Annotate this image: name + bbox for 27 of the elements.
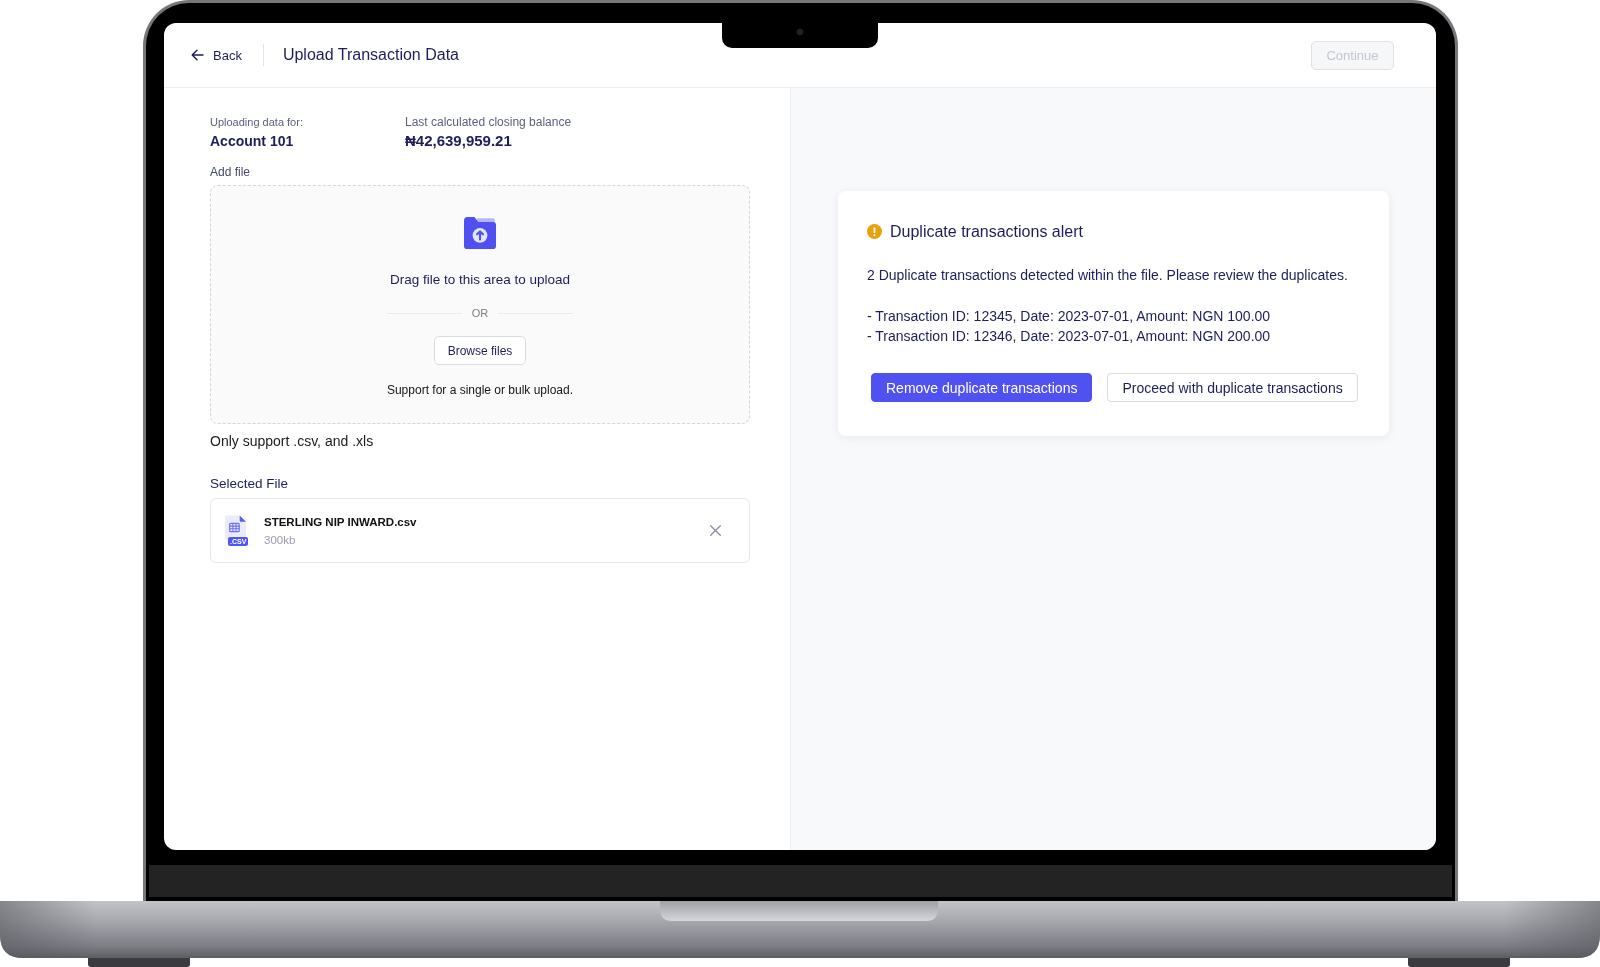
browse-files-button[interactable]: Browse files [434,336,526,365]
account-value: Account 101 [210,133,295,150]
alert-message: 2 Duplicate transactions detected within the file. Please review the duplicates. [867,267,1349,284]
back-button[interactable]: Back [191,47,242,63]
back-arrow-icon [191,49,204,61]
spreadsheet-file-icon [225,514,246,541]
page-title: Upload Transaction Data [282,46,459,64]
folder-upload-icon [464,217,496,249]
format-note: Only support .csv, and .xls [210,433,375,450]
file-name: STERLING NIP INWARD.csv [264,514,417,529]
drop-instruction: Drag file to this area to upload [389,272,571,288]
duplicate-transaction-line: - Transaction ID: 12346, Date: 2023-07-01, Amount: NGN 200.00 [867,327,1272,346]
remove-duplicates-button[interactable]: Remove duplicate transactions [871,373,1093,402]
warning-icon [867,224,882,239]
close-icon[interactable] [710,525,721,536]
balance-value: ₦42,639,959.21 [405,132,513,149]
selected-file-heading: Selected File [210,476,290,492]
upload-note: Support for a single or bulk upload. [386,383,574,397]
or-separator: OR [471,307,489,320]
file-size: 300kb [264,532,297,547]
balance-label: Last calculated closing balance [405,115,572,129]
add-file-label: Add file [210,165,252,180]
account-label: Uploading data for: [210,115,304,129]
duplicate-transaction-line: - Transaction ID: 12345, Date: 2023-07-01, Amount: NGN 100.00 [867,307,1272,326]
file-dropzone[interactable]: Drag file to this area to upload OR Browse files Support for a single or bulk upload. [210,185,750,424]
proceed-button[interactable]: Proceed with duplicate transactions [1107,373,1358,402]
alert-title: Duplicate transactions alert [890,222,1083,241]
